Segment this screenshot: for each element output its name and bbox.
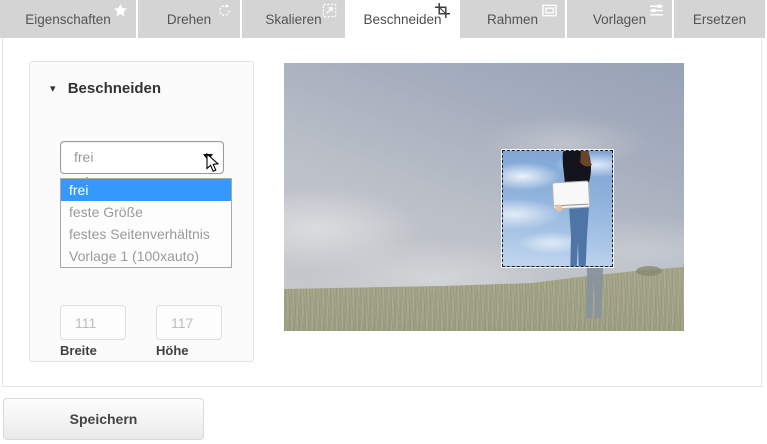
photo-canvas[interactable]: [284, 63, 684, 331]
modus-select[interactable]: frei: [60, 141, 224, 174]
dropdown-option-feste-groesse[interactable]: feste Größe: [61, 201, 231, 223]
tab-beschneiden[interactable]: Beschneiden: [347, 0, 458, 38]
tab-bar: Eigenschaften Drehen Skalieren Beschneid…: [0, 0, 767, 38]
breite-input[interactable]: [60, 305, 126, 340]
tab-label: Rahmen: [487, 12, 538, 27]
crop-icon: [435, 3, 450, 18]
dropdown-option-festes-seitenverhaeltnis[interactable]: festes Seitenverhältnis: [61, 223, 231, 245]
tab-label: Eigenschaften: [25, 12, 111, 27]
tab-label: Vorlagen: [593, 12, 646, 27]
tab-label: Beschneiden: [363, 12, 441, 27]
dropdown-option-frei[interactable]: frei: [61, 179, 231, 201]
star-icon: [113, 3, 128, 18]
rotate-icon: [217, 3, 232, 18]
collapse-icon: ▾: [50, 83, 56, 95]
tab-label: Ersetzen: [693, 12, 746, 27]
modus-selected-value: frei: [74, 149, 93, 165]
tab-label: Drehen: [167, 12, 211, 27]
breite-label: Breite: [60, 343, 97, 358]
tab-rahmen[interactable]: Rahmen: [460, 0, 565, 38]
frame-icon: [542, 3, 557, 18]
crop-selection[interactable]: [502, 150, 613, 267]
dropdown-option-vorlage-1[interactable]: Vorlage 1 (100xauto): [61, 245, 231, 267]
templates-icon: [649, 3, 664, 18]
modus-dropdown-list: frei feste Größe festes Seitenverhältnis…: [60, 178, 232, 268]
hoehe-label: Höhe: [156, 343, 189, 358]
horizon-bush: [636, 266, 662, 276]
tab-label: Skalieren: [265, 12, 321, 27]
chevron-down-icon: [203, 154, 213, 161]
tab-ersetzen[interactable]: Ersetzen: [674, 0, 765, 38]
crop-tool-panel: ▾ Beschneiden Modus frei frei feste Größ…: [29, 61, 254, 362]
scale-icon: [322, 3, 337, 18]
tab-skalieren[interactable]: Skalieren: [242, 0, 345, 38]
panel-title: Beschneiden: [68, 80, 161, 97]
tab-eigenschaften[interactable]: Eigenschaften: [0, 0, 136, 38]
person-figure: [549, 150, 601, 267]
tab-vorlagen[interactable]: Vorlagen: [567, 0, 672, 38]
hoehe-input[interactable]: [156, 305, 222, 340]
save-button[interactable]: Speichern: [3, 398, 204, 440]
panel-header[interactable]: ▾ Beschneiden: [50, 80, 161, 97]
tab-drehen[interactable]: Drehen: [138, 0, 240, 38]
